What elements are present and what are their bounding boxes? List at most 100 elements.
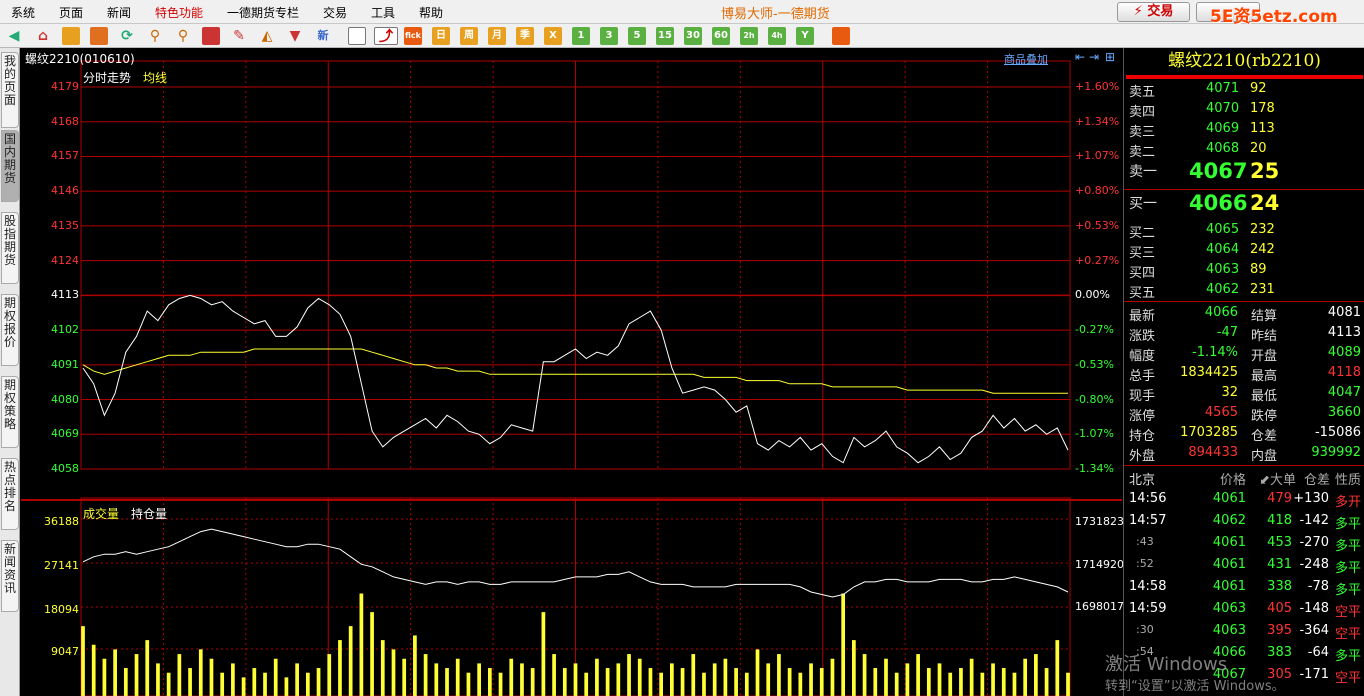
tick-type: 多平 (1334, 517, 1361, 532)
stat-label: 总手 (1129, 369, 1156, 384)
ask-price: 4069 (1206, 121, 1240, 136)
stat-label: 最低 (1251, 389, 1278, 404)
ruler-icon[interactable]: ◭ (258, 27, 276, 45)
menu-trade[interactable]: 交易 (323, 4, 347, 21)
tab-index-futures[interactable]: 股指期货 (1, 212, 19, 284)
pct-tick: +0.80% (1075, 184, 1120, 198)
activate-windows-hint: 转到“设置”以激活 Windows。 (1105, 679, 1285, 694)
period-day[interactable]: 日 (432, 27, 450, 45)
period-y[interactable]: Y (796, 27, 814, 45)
trade-button[interactable]: ⚡ 交易 (1117, 2, 1190, 22)
stat-label: 跌停 (1251, 409, 1278, 424)
tick-volume: 405 (1267, 601, 1292, 616)
tick-volume: 395 (1267, 623, 1292, 638)
stat-value: 4113 (1327, 325, 1361, 340)
stat-value: 4089 (1327, 345, 1361, 360)
calendar-icon[interactable] (90, 27, 108, 45)
zoom-out-icon[interactable]: ⚲ (174, 27, 192, 45)
tick-oi-change: +130 (1293, 491, 1329, 506)
pct-tick: -0.80% (1075, 392, 1114, 406)
tab-hot-rank[interactable]: 热点排名 (1, 458, 19, 530)
bid-row[interactable]: 买四 4063 89 (1124, 260, 1364, 281)
list-icon[interactable] (348, 27, 366, 45)
tab-domestic-futures[interactable]: 国内期货 (1, 130, 19, 202)
tab-my-page[interactable]: 我的页面 (1, 52, 19, 128)
period-60[interactable]: 60 (712, 27, 730, 45)
quote-title: 螺纹2210(rb2210) (1168, 51, 1321, 71)
tab-news[interactable]: 新闻资讯 (1, 540, 19, 612)
tick-oi-change: -364 (1299, 623, 1329, 638)
period-season[interactable]: 季 (516, 27, 534, 45)
pencil-icon[interactable]: ✎ (230, 27, 248, 45)
period-4h[interactable]: 4h (768, 27, 786, 45)
ask-volume: 113 (1250, 121, 1275, 136)
period-x[interactable]: X (544, 27, 562, 45)
tick-oi-change: -171 (1299, 667, 1329, 682)
stat-value: 4118 (1327, 365, 1361, 380)
bid-row[interactable]: 买一 4066 24 (1124, 191, 1364, 220)
price-tick: 4058 (51, 462, 79, 475)
bid-row[interactable]: 买三 4064 242 (1124, 240, 1364, 261)
ask-label: 卖三 (1129, 125, 1156, 140)
price-tick: 4124 (51, 253, 79, 267)
toolbar: ◀ ⌂ ⟳ ⚲ ⚲ ✎ ◭ ▼ 新 ⤴ fick 日 周 月 季 X 1 3 5… (0, 24, 1364, 48)
legend-oi: 持仓量 (131, 507, 168, 521)
ask-label: 卖四 (1129, 105, 1156, 120)
home-icon[interactable]: ⌂ (34, 27, 52, 45)
tick-oi-change: -78 (1307, 579, 1329, 594)
report-icon[interactable] (832, 27, 850, 45)
fick-button[interactable]: fick (404, 27, 422, 45)
period-2h[interactable]: 2h (740, 27, 758, 45)
filter-icon[interactable]: ▼ (286, 27, 304, 45)
period-5[interactable]: 5 (628, 27, 646, 45)
menu-page[interactable]: 页面 (59, 4, 83, 21)
ask-label: 卖五 (1129, 85, 1156, 100)
period-30[interactable]: 30 (684, 27, 702, 45)
menu-help[interactable]: 帮助 (419, 4, 443, 21)
period-month[interactable]: 月 (488, 27, 506, 45)
trend-chart-icon[interactable]: ⤴ (374, 27, 398, 45)
period-3[interactable]: 3 (600, 27, 618, 45)
nav-right-icon[interactable]: ⇥ (1089, 50, 1099, 64)
pct-tick: -0.27% (1075, 323, 1114, 337)
period-15[interactable]: 15 (656, 27, 674, 45)
menu-system[interactable]: 系统 (11, 4, 35, 21)
bid-row[interactable]: 买二 4065 232 (1124, 220, 1364, 241)
bid-price: 4064 (1206, 242, 1240, 257)
zoom-in-icon[interactable]: ⚲ (146, 27, 164, 45)
ask-row[interactable]: 卖二 4068 20 (1124, 139, 1364, 160)
pct-tick: +1.07% (1075, 149, 1120, 163)
ask-row[interactable]: 卖四 4070 178 (1124, 99, 1364, 120)
stat-label: 昨结 (1251, 329, 1278, 344)
tick-time: :30 (1136, 623, 1154, 636)
tab-option-strategy[interactable]: 期权策略 (1, 376, 19, 448)
nav-left-icon[interactable]: ⇤ (1075, 50, 1085, 64)
window-icon[interactable] (202, 27, 220, 45)
pct-tick: 0.00% (1075, 288, 1110, 302)
period-week[interactable]: 周 (460, 27, 478, 45)
book-icon[interactable] (62, 27, 80, 45)
period-1[interactable]: 1 (572, 27, 590, 45)
chart-area[interactable]: 螺纹2210(010610) 商品叠加 ⇤ ⇥ ⊞ 分时走势 均线 成交量 持仓… (21, 48, 1124, 696)
bid-label: 买一 (1129, 196, 1157, 212)
ask-volume: 20 (1250, 141, 1267, 156)
ask-row[interactable]: 卖五 4071 92 (1124, 79, 1364, 100)
pct-tick: +1.34% (1075, 114, 1120, 128)
menu-features[interactable]: 特色功能 (155, 4, 203, 21)
back-icon[interactable]: ◀ (5, 27, 23, 45)
tick-type: 多平 (1334, 583, 1361, 598)
bid-row[interactable]: 买五 4062 231 (1124, 280, 1364, 301)
menu-column[interactable]: 一德期货专栏 (227, 4, 299, 21)
refresh-icon[interactable]: ⟳ (118, 27, 136, 45)
expand-icon[interactable]: ⊞ (1105, 50, 1115, 64)
ask-row[interactable]: 卖三 4069 113 (1124, 119, 1364, 140)
overlay-link[interactable]: 商品叠加 (1004, 51, 1048, 67)
tab-option-quotes[interactable]: 期权报价 (1, 294, 19, 366)
ask-row[interactable]: 卖一 4067 25 (1124, 159, 1364, 188)
contract-label: 螺纹2210(010610) (25, 52, 135, 66)
menu-news[interactable]: 新闻 (107, 4, 131, 21)
tick-row: 14:59 4063 405 -148 空平 (1124, 599, 1364, 621)
new-icon[interactable]: 新 (314, 27, 332, 45)
menu-tools[interactable]: 工具 (371, 4, 395, 21)
tick-price: 4061 (1212, 579, 1246, 594)
